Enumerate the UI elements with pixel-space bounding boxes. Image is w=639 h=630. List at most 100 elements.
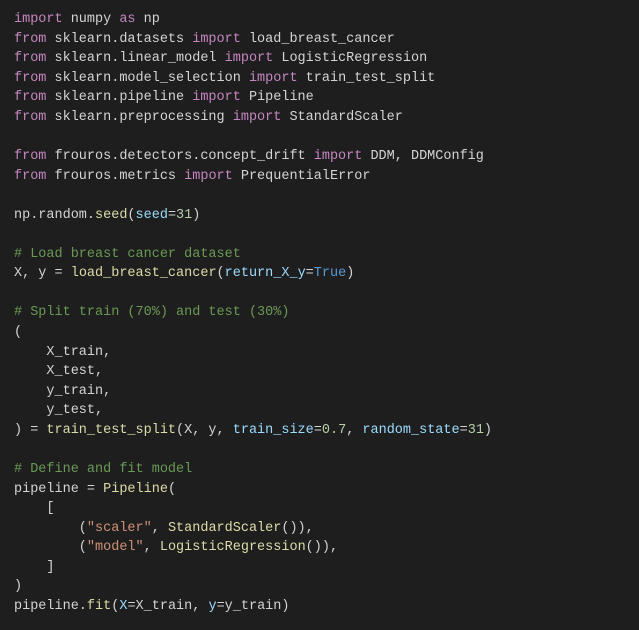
token-pl: ()), — [306, 540, 338, 555]
code-line: from sklearn.preprocessing import Standa… — [14, 108, 625, 128]
code-line: from frouros.detectors.concept_drift imp… — [14, 147, 625, 167]
token-kw: import — [225, 51, 274, 66]
token-arg: X — [119, 599, 127, 614]
token-fn: train_test_split — [46, 423, 176, 438]
token-kw: import — [233, 110, 282, 125]
code-line: [ — [14, 499, 625, 519]
token-pl: pipeline. — [14, 599, 87, 614]
token-pl: sklearn.model_selection — [46, 71, 249, 86]
token-pl: np — [136, 12, 160, 27]
token-fn: fit — [87, 599, 111, 614]
token-pl: , — [152, 521, 168, 536]
token-pl: Pipeline — [241, 90, 314, 105]
token-pl: = — [460, 423, 468, 438]
token-kw: from — [14, 149, 46, 164]
token-kw: as — [119, 12, 135, 27]
token-com: # Load breast cancer dataset — [14, 247, 241, 262]
token-pl: PrequentialError — [233, 169, 371, 184]
token-fn: load_breast_cancer — [71, 266, 217, 281]
token-pl: ] — [14, 560, 55, 575]
code-line: from sklearn.model_selection import trai… — [14, 69, 625, 89]
token-pl: = — [168, 208, 176, 223]
token-pl: = — [306, 266, 314, 281]
token-bool: True — [314, 266, 346, 281]
token-kw: from — [14, 51, 46, 66]
token-fn: StandardScaler — [168, 521, 281, 536]
token-pl: X_train, — [14, 345, 111, 360]
code-line: import numpy as np — [14, 10, 625, 30]
code-line: pipeline.fit(X=X_train, y=y_train) — [14, 597, 625, 617]
code-line: from frouros.metrics import PrequentialE… — [14, 167, 625, 187]
code-line — [14, 284, 625, 304]
code-line: ("model", LogisticRegression()), — [14, 538, 625, 558]
token-pl: ( — [14, 325, 22, 340]
token-pl: DDM, DDMConfig — [362, 149, 484, 164]
code-line: X_test, — [14, 362, 625, 382]
code-line: X, y = load_breast_cancer(return_X_y=Tru… — [14, 264, 625, 284]
token-pl: =y_train) — [217, 599, 290, 614]
token-pl: StandardScaler — [281, 110, 403, 125]
token-pl: [ — [14, 501, 55, 516]
code-line: from sklearn.pipeline import Pipeline — [14, 88, 625, 108]
token-kw: from — [14, 90, 46, 105]
token-arg: y — [208, 599, 216, 614]
token-pl: ( — [111, 599, 119, 614]
token-com: # Define and fit model — [14, 462, 192, 477]
code-line: from sklearn.datasets import load_breast… — [14, 30, 625, 50]
token-pl: sklearn.pipeline — [46, 90, 192, 105]
token-pl: ( — [168, 482, 176, 497]
code-line: y_test, — [14, 401, 625, 421]
token-fn: Pipeline — [103, 482, 168, 497]
token-pl: y_test, — [14, 403, 103, 418]
code-line: from sklearn.linear_model import Logisti… — [14, 49, 625, 69]
token-kw: from — [14, 110, 46, 125]
token-pl: sklearn.datasets — [46, 32, 192, 47]
code-line: # Load breast cancer dataset — [14, 245, 625, 265]
code-line — [14, 225, 625, 245]
token-pl: = — [314, 423, 322, 438]
code-line: y_train, — [14, 382, 625, 402]
token-pl: (X, y, — [176, 423, 233, 438]
token-pl: ( — [217, 266, 225, 281]
code-line — [14, 186, 625, 206]
code-line: ) = train_test_split(X, y, train_size=0.… — [14, 421, 625, 441]
code-line: ] — [14, 558, 625, 578]
token-pl: , — [144, 540, 160, 555]
token-arg: seed — [136, 208, 168, 223]
token-pl: ( — [14, 521, 87, 536]
token-fn: seed — [95, 208, 127, 223]
token-str: "model" — [87, 540, 144, 555]
token-kw: import — [314, 149, 363, 164]
token-pl: load_breast_cancer — [241, 32, 395, 47]
token-pl: ) — [484, 423, 492, 438]
token-pl: ) — [346, 266, 354, 281]
token-num: 31 — [468, 423, 484, 438]
code-line: # Split train (70%) and test (30%) — [14, 303, 625, 323]
token-kw: import — [14, 12, 63, 27]
code-line: np.random.seed(seed=31) — [14, 206, 625, 226]
code-line — [14, 127, 625, 147]
token-kw: from — [14, 32, 46, 47]
token-arg: random_state — [362, 423, 459, 438]
token-pl: y_train, — [14, 384, 111, 399]
token-kw: from — [14, 169, 46, 184]
token-pl: numpy — [63, 12, 120, 27]
token-pl: LogisticRegression — [273, 51, 427, 66]
code-line — [14, 440, 625, 460]
token-arg: return_X_y — [225, 266, 306, 281]
code-line: ) — [14, 577, 625, 597]
token-pl: =X_train, — [127, 599, 208, 614]
token-kw: import — [192, 90, 241, 105]
token-pl: ( — [14, 540, 87, 555]
token-str: "scaler" — [87, 521, 152, 536]
token-pl: ) — [192, 208, 200, 223]
token-pl: X_test, — [14, 364, 103, 379]
code-line: pipeline = Pipeline( — [14, 480, 625, 500]
token-pl: np.random. — [14, 208, 95, 223]
token-pl: ) — [14, 579, 22, 594]
token-pl: ) = — [14, 423, 46, 438]
code-block: import numpy as npfrom sklearn.datasets … — [0, 0, 639, 630]
token-pl: ()), — [281, 521, 313, 536]
code-line: # Define and fit model — [14, 460, 625, 480]
token-pl: pipeline = — [14, 482, 103, 497]
